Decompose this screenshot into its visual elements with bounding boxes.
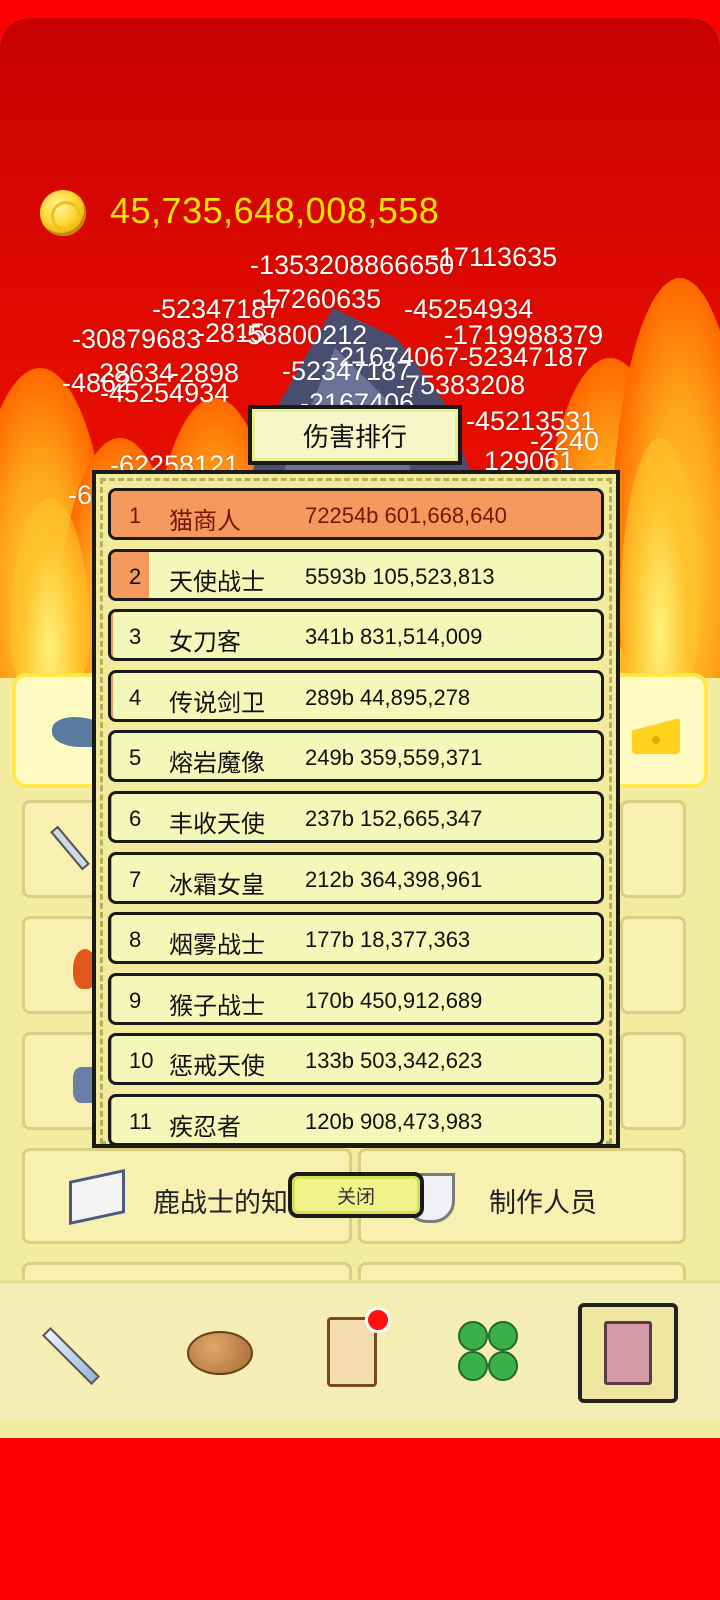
ranking-row: 7 冰霜女皇 212b 364,398,961 [108,851,604,904]
hero-name: 冰霜女皇 [169,871,265,899]
hero-damage: 170b 450,912,689 [305,987,483,1013]
ranking-row: 5 熔岩魔像 249b 359,559,371 [108,730,604,783]
close-button[interactable]: 关闭 [288,1172,424,1218]
hero-name: 猴子战士 [169,992,265,1020]
ranking-rank: 9 [129,987,142,1013]
hero-name: 惩戒天使 [169,1053,265,1081]
ranking-row: 9 猴子战士 170b 450,912,689 [108,972,604,1025]
hero-damage: 177b 18,377,363 [305,927,471,953]
menu-tile[interactable] [620,1032,686,1130]
ranking-row: 2 天使战士 5593b 105,523,813 [108,548,604,601]
damage-share-bar [111,1036,112,1083]
damage-number: -52347187 [282,356,412,386]
nav-quests-button[interactable] [305,1303,405,1403]
hero-name: 疾忍者 [169,1114,241,1141]
damage-number: -17113635 [430,242,558,272]
ranking-row: 3 女刀客 341b 831,514,009 [108,609,604,662]
hero-damage: 72254b 601,668,640 [305,503,507,528]
ranking-rank: 5 [129,745,142,771]
damage-number: -6 [68,480,93,510]
book-icon [604,1321,652,1385]
ranking-rank: 11 [129,1109,152,1134]
damage-share-bar [111,733,113,780]
modal-title: 伤害排行 [248,405,462,465]
ranking-rank: 4 [129,684,142,710]
bread-icon [187,1331,253,1375]
hero-damage: 237b 152,665,347 [305,806,483,831]
hero-name: 天使战士 [169,568,265,596]
damage-share-bar [111,1097,112,1143]
game-screen: -1353208866650 -17113635 -52347187 -1726… [0,0,720,1600]
ranking-rank: 8 [129,927,142,953]
hero-damage: 212b 364,398,961 [305,866,483,892]
coin-balance: 45,735,648,008,558 [110,190,440,231]
menu-tile[interactable] [22,1032,102,1130]
damage-number: -75383208 [396,370,526,400]
ranking-rank: 2 [129,563,142,589]
damage-share-bar [111,672,113,719]
menu-tile[interactable] [22,916,102,1014]
nav-book-button[interactable] [578,1303,678,1403]
hero-name: 烟雾战士 [169,932,265,960]
damage-share-bar [111,975,112,1022]
damage-number: -4862 [62,368,132,398]
damage-number: -30879683 [72,324,202,354]
nav-luck-button[interactable] [440,1303,540,1403]
damage-share-bar [111,854,113,901]
sword-icon [50,825,90,871]
hero-name: 熔岩魔像 [169,750,265,778]
ranking-row: 1 猫商人 72254b 601,668,640 [108,488,604,540]
ranking-rank: 10 [129,1048,154,1074]
hero-name: 猫商人 [169,508,241,535]
open-book-icon [69,1169,125,1225]
damage-number: -17260635 [252,284,382,314]
ranking-rank: 3 [129,624,142,650]
hero-name: 传说剑卫 [169,689,265,717]
damage-ranking-modal: 1 猫商人 72254b 601,668,640 2 天使战士 5593b 105,523… [92,470,620,1148]
clover-icon [458,1321,520,1383]
hero-damage: 5593b 105,523,813 [305,563,495,589]
credits-label: 制作人员 [489,1188,597,1218]
damage-share-bar [111,794,113,840]
gold-coin-icon [40,190,86,236]
nav-food-button[interactable] [175,1303,275,1403]
ranking-row: 10 惩戒天使 133b 503,342,623 [108,1033,604,1086]
hero-name: 女刀客 [169,629,241,657]
damage-share-bar [111,915,112,962]
hero-damage: 289b 44,895,278 [305,684,471,710]
bottom-nav [0,1280,720,1420]
ranking-rank: 6 [129,806,142,831]
hero-damage: 249b 359,559,371 [305,745,483,771]
hero-damage: 133b 503,342,623 [305,1048,483,1074]
notification-dot [365,1307,391,1333]
nav-weapons-button[interactable] [40,1303,140,1403]
ranking-row: 11 疾忍者 120b 908,473,983 [108,1094,604,1144]
damage-share-bar [111,612,114,659]
hero-damage: 120b 908,473,983 [305,1109,483,1134]
hero-name: 丰收天使 [169,811,265,838]
menu-tile[interactable] [22,800,102,898]
ranking-rank: 1 [129,503,142,528]
hero-damage: 341b 831,514,009 [305,624,483,650]
ranking-rank: 7 [129,866,142,892]
menu-tile[interactable] [620,800,686,898]
damage-number: -1353208866650 [250,250,455,280]
ranking-row: 8 烟雾战士 177b 18,377,363 [108,912,604,965]
sword-icon [42,1327,100,1385]
ranking-row: 6 丰收天使 237b 152,665,347 [108,791,604,843]
menu-tile[interactable] [620,916,686,1014]
ranking-row: 4 传说剑卫 289b 44,895,278 [108,669,604,722]
